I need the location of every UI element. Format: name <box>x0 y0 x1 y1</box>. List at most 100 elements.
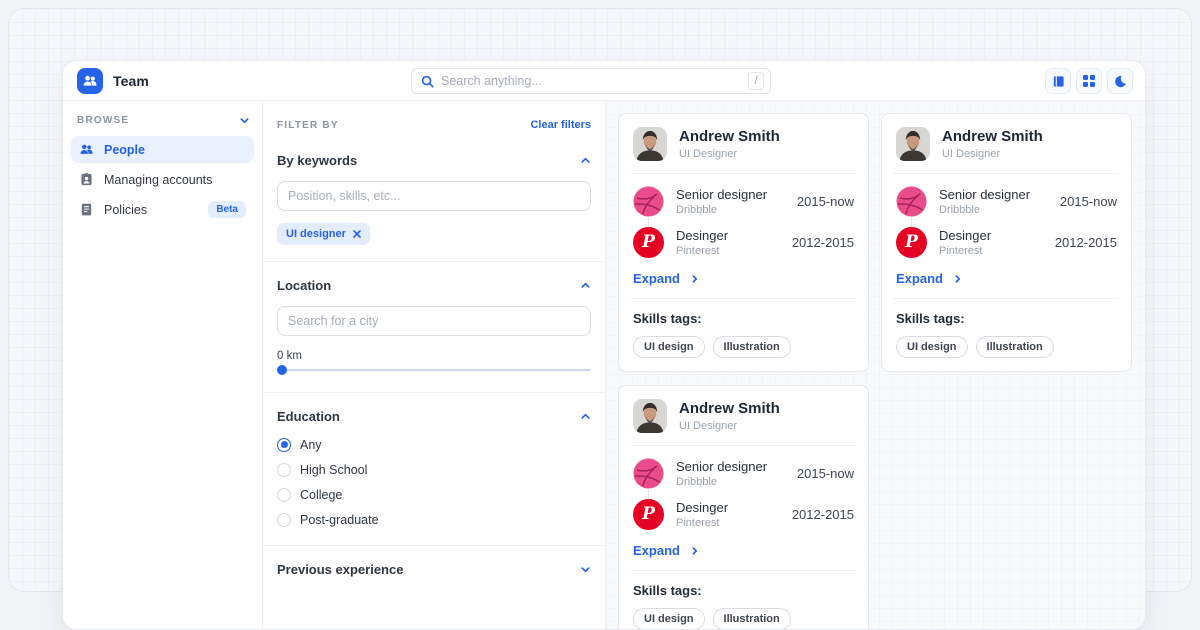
radio-any[interactable]: Any <box>277 435 591 454</box>
experience-timeline: Senior designer Dribbble 2015-now P Desi… <box>633 458 854 530</box>
radio-high-school[interactable]: High School <box>277 460 591 479</box>
dark-mode-button[interactable] <box>1107 68 1133 94</box>
person-role: UI Designer <box>942 148 1043 160</box>
skill-tag: Illustration <box>976 336 1054 358</box>
skill-tag: UI design <box>633 608 705 629</box>
expand-button[interactable]: Expand <box>896 271 1117 286</box>
global-search[interactable]: / <box>411 68 771 94</box>
sidebar-item-people[interactable]: People <box>71 136 254 163</box>
card-divider <box>631 445 856 446</box>
skills-label: Skills tags: <box>633 583 854 598</box>
sidebar-item-label: Policies <box>104 203 147 217</box>
people-icon <box>79 142 94 157</box>
radio-button[interactable] <box>277 488 291 502</box>
cards-grid: Andrew Smith UI Designer Senior designer… <box>618 113 1133 629</box>
browse-section-header[interactable]: BROWSE <box>71 115 254 126</box>
keywords-input[interactable] <box>277 181 591 211</box>
book-icon <box>1052 75 1065 88</box>
position-period: 2015-now <box>797 466 854 481</box>
slider-knob[interactable] <box>277 365 287 375</box>
experience-row: Senior designer Dribbble 2015-now <box>633 458 854 489</box>
chevron-down-icon[interactable] <box>580 564 591 575</box>
card-divider <box>631 570 856 571</box>
browse-label: BROWSE <box>77 115 129 126</box>
app-window: Team / <box>62 60 1146 630</box>
card-divider <box>894 298 1119 299</box>
position-period: 2012-2015 <box>792 507 854 522</box>
position-title: Senior designer <box>939 187 1048 202</box>
close-icon[interactable] <box>353 230 361 238</box>
experience-row: P Desinger Pinterest 2012-2015 <box>633 499 854 530</box>
position-company: Pinterest <box>939 245 1043 257</box>
apps-button[interactable] <box>1076 68 1102 94</box>
sidebar-item-label: People <box>104 143 145 157</box>
person-role: UI Designer <box>679 420 780 432</box>
person-name: Andrew Smith <box>679 400 780 417</box>
position-period: 2015-now <box>1060 194 1117 209</box>
filter-divider <box>263 392 605 393</box>
experience-row: Senior designer Dribbble 2015-now <box>896 186 1117 217</box>
expand-button[interactable]: Expand <box>633 543 854 558</box>
avatar <box>633 399 667 433</box>
avatar <box>896 127 930 161</box>
slider-track[interactable] <box>277 369 591 371</box>
pinterest-icon: P <box>896 227 927 258</box>
card-divider <box>894 173 1119 174</box>
chevron-right-icon <box>953 274 963 284</box>
radio-post-graduate[interactable]: Post-graduate <box>277 510 591 529</box>
sidebar-item-label: Managing accounts <box>104 173 212 187</box>
experience-row: P Desinger Pinterest 2012-2015 <box>896 227 1117 258</box>
skill-tag: UI design <box>633 336 705 358</box>
chevron-down-icon[interactable] <box>239 115 250 126</box>
sidebar-item-policies[interactable]: Policies Beta <box>71 196 254 223</box>
sidebar-item-managing-accounts[interactable]: Managing accounts <box>71 166 254 193</box>
experience-section-header[interactable]: Previous experience <box>277 562 591 577</box>
profile-card: Andrew Smith UI Designer Senior designer… <box>618 113 869 372</box>
skills-label: Skills tags: <box>896 311 1117 326</box>
search-input[interactable] <box>441 74 748 88</box>
chevron-up-icon[interactable] <box>580 280 591 291</box>
clear-filters-link[interactable]: Clear filters <box>530 119 591 131</box>
avatar <box>633 127 667 161</box>
profile-card: Andrew Smith UI Designer Senior designer… <box>881 113 1132 372</box>
position-title: Desinger <box>939 228 1043 243</box>
position-title: Senior designer <box>676 187 785 202</box>
keyword-tag[interactable]: UI designer <box>277 223 370 245</box>
book-button[interactable] <box>1045 68 1071 94</box>
position-company: Dribbble <box>939 204 1048 216</box>
distance-slider[interactable] <box>277 364 591 376</box>
location-section-title: Location <box>277 278 331 293</box>
radio-button[interactable] <box>277 463 291 477</box>
radio-button[interactable] <box>277 513 291 527</box>
moon-icon <box>1114 75 1127 88</box>
dribbble-icon <box>633 186 664 217</box>
chevron-up-icon[interactable] <box>580 411 591 422</box>
experience-row: P Desinger Pinterest 2012-2015 <box>633 227 854 258</box>
experience-row: Senior designer Dribbble 2015-now <box>633 186 854 217</box>
search-shortcut-key: / <box>748 72 764 90</box>
top-bar: Team / <box>63 61 1145 101</box>
card-divider <box>631 298 856 299</box>
chevron-right-icon <box>690 274 700 284</box>
education-section-header[interactable]: Education <box>277 409 591 424</box>
location-section-header[interactable]: Location <box>277 278 591 293</box>
radio-college[interactable]: College <box>277 485 591 504</box>
radio-button[interactable] <box>277 438 291 452</box>
pinterest-icon: P <box>633 227 664 258</box>
expand-button[interactable]: Expand <box>633 271 854 286</box>
position-title: Desinger <box>676 228 780 243</box>
keywords-section-header[interactable]: By keywords <box>277 153 591 168</box>
sidebar: BROWSE People Managing accounts <box>63 101 263 629</box>
app-title: Team <box>113 73 149 89</box>
city-search-input[interactable] <box>277 306 591 336</box>
position-title: Desinger <box>676 500 780 515</box>
position-period: 2012-2015 <box>1055 235 1117 250</box>
grid-icon <box>1083 75 1095 87</box>
education-section-title: Education <box>277 409 340 424</box>
filter-divider <box>263 261 605 262</box>
position-company: Dribbble <box>676 204 785 216</box>
team-logo-icon <box>77 68 103 94</box>
chevron-up-icon[interactable] <box>580 155 591 166</box>
person-role: UI Designer <box>679 148 780 160</box>
filters-heading: FILTER BY <box>277 120 339 131</box>
